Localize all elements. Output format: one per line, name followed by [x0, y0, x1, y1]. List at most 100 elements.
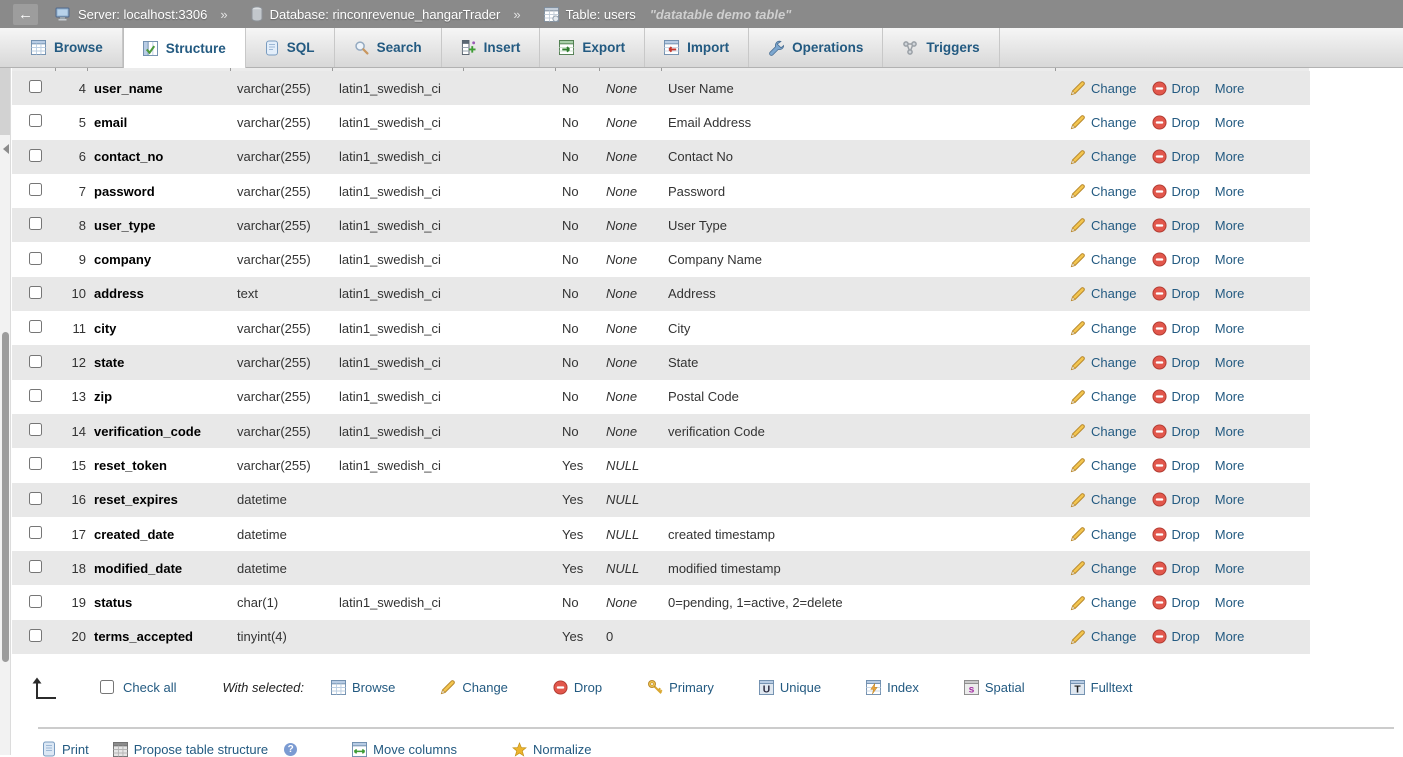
- more-link[interactable]: More: [1215, 321, 1245, 336]
- drop-link[interactable]: Drop: [1152, 252, 1200, 267]
- change-link[interactable]: Change: [1070, 629, 1137, 645]
- more-link[interactable]: More: [1215, 595, 1245, 610]
- row-checkbox[interactable]: [29, 286, 42, 299]
- drop-link[interactable]: Drop: [1152, 218, 1200, 233]
- change-link[interactable]: Change: [1070, 389, 1137, 405]
- drop-link[interactable]: Drop: [1152, 321, 1200, 336]
- change-link[interactable]: Change: [1070, 149, 1137, 165]
- row-checkbox[interactable]: [29, 389, 42, 402]
- more-link[interactable]: More: [1215, 458, 1245, 473]
- selected-index-button[interactable]: Index: [866, 680, 919, 695]
- row-checkbox[interactable]: [29, 183, 42, 196]
- row-checkbox[interactable]: [29, 80, 42, 93]
- column-collation[interactable]: latin1_swedish_ci: [333, 184, 464, 199]
- more-link[interactable]: More: [1215, 492, 1245, 507]
- drop-link[interactable]: Drop: [1152, 629, 1200, 644]
- selected-change-button[interactable]: Change: [440, 679, 508, 695]
- column-collation[interactable]: latin1_swedish_ci: [333, 286, 464, 301]
- more-link[interactable]: More: [1215, 355, 1245, 370]
- help-icon[interactable]: ?: [284, 743, 297, 756]
- more-link[interactable]: More: [1215, 149, 1245, 164]
- propose-structure-link[interactable]: Propose table structure ?: [113, 742, 297, 757]
- selected-unique-button[interactable]: U Unique: [759, 680, 821, 695]
- drop-link[interactable]: Drop: [1152, 355, 1200, 370]
- more-link[interactable]: More: [1215, 389, 1245, 404]
- column-collation[interactable]: latin1_swedish_ci: [333, 252, 464, 267]
- back-button[interactable]: ←: [13, 4, 38, 25]
- breadcrumb-server[interactable]: Server: localhost:3306: [55, 6, 207, 22]
- column-collation[interactable]: latin1_swedish_ci: [333, 149, 464, 164]
- more-link[interactable]: More: [1215, 527, 1245, 542]
- drop-link[interactable]: Drop: [1152, 458, 1200, 473]
- drop-link[interactable]: Drop: [1152, 527, 1200, 542]
- selected-spatial-button[interactable]: s Spatial: [964, 680, 1025, 695]
- tab-browse[interactable]: Browse: [12, 28, 123, 67]
- row-checkbox[interactable]: [29, 252, 42, 265]
- change-link[interactable]: Change: [1070, 595, 1137, 611]
- column-collation[interactable]: latin1_swedish_ci: [333, 595, 464, 610]
- scrollbar-thumb[interactable]: [2, 332, 9, 662]
- drop-link[interactable]: Drop: [1152, 184, 1200, 199]
- drop-link[interactable]: Drop: [1152, 81, 1200, 96]
- column-collation[interactable]: latin1_swedish_ci: [333, 424, 464, 439]
- row-checkbox[interactable]: [29, 320, 42, 333]
- row-checkbox[interactable]: [29, 114, 42, 127]
- change-link[interactable]: Change: [1070, 252, 1137, 268]
- column-collation[interactable]: latin1_swedish_ci: [333, 355, 464, 370]
- row-checkbox[interactable]: [29, 457, 42, 470]
- more-link[interactable]: More: [1215, 81, 1245, 96]
- change-link[interactable]: Change: [1070, 355, 1137, 371]
- breadcrumb-table[interactable]: Table: users: [544, 7, 636, 22]
- column-collation[interactable]: latin1_swedish_ci: [333, 458, 464, 473]
- row-checkbox[interactable]: [29, 526, 42, 539]
- column-collation[interactable]: latin1_swedish_ci: [333, 389, 464, 404]
- drop-link[interactable]: Drop: [1152, 149, 1200, 164]
- move-columns-link[interactable]: Move columns: [352, 742, 457, 757]
- change-link[interactable]: Change: [1070, 526, 1137, 542]
- tab-insert[interactable]: Insert: [442, 28, 541, 67]
- tab-sql[interactable]: SQL: [246, 28, 335, 67]
- more-link[interactable]: More: [1215, 218, 1245, 233]
- change-link[interactable]: Change: [1070, 492, 1137, 508]
- tab-structure[interactable]: Structure: [123, 28, 246, 68]
- selected-primary-button[interactable]: Primary: [647, 679, 714, 695]
- change-link[interactable]: Change: [1070, 286, 1137, 302]
- tab-import[interactable]: Import: [645, 28, 749, 67]
- change-link[interactable]: Change: [1070, 320, 1137, 336]
- normalize-link[interactable]: Normalize: [512, 742, 592, 757]
- selected-drop-button[interactable]: Drop: [553, 680, 602, 695]
- row-checkbox[interactable]: [29, 629, 42, 642]
- change-link[interactable]: Change: [1070, 423, 1137, 439]
- tab-export[interactable]: Export: [540, 28, 645, 67]
- drop-link[interactable]: Drop: [1152, 389, 1200, 404]
- more-link[interactable]: More: [1215, 115, 1245, 130]
- row-checkbox[interactable]: [29, 595, 42, 608]
- more-link[interactable]: More: [1215, 184, 1245, 199]
- row-checkbox[interactable]: [29, 149, 42, 162]
- column-collation[interactable]: latin1_swedish_ci: [333, 115, 464, 130]
- row-checkbox[interactable]: [29, 217, 42, 230]
- collapse-panel-arrow-icon[interactable]: [3, 144, 9, 154]
- column-collation[interactable]: latin1_swedish_ci: [333, 81, 464, 96]
- drop-link[interactable]: Drop: [1152, 492, 1200, 507]
- change-link[interactable]: Change: [1070, 114, 1137, 130]
- row-checkbox[interactable]: [29, 423, 42, 436]
- more-link[interactable]: More: [1215, 424, 1245, 439]
- check-all-checkbox[interactable]: [100, 680, 114, 694]
- check-all-label[interactable]: Check all: [123, 680, 176, 695]
- row-checkbox[interactable]: [29, 355, 42, 368]
- selected-fulltext-button[interactable]: T Fulltext: [1070, 680, 1133, 695]
- breadcrumb-database[interactable]: Database: rinconrevenue_hangarTrader: [251, 6, 501, 22]
- more-link[interactable]: More: [1215, 561, 1245, 576]
- change-link[interactable]: Change: [1070, 183, 1137, 199]
- change-link[interactable]: Change: [1070, 80, 1137, 96]
- drop-link[interactable]: Drop: [1152, 286, 1200, 301]
- selected-browse-button[interactable]: Browse: [331, 680, 395, 695]
- tab-triggers[interactable]: Triggers: [883, 28, 999, 67]
- drop-link[interactable]: Drop: [1152, 115, 1200, 130]
- change-link[interactable]: Change: [1070, 217, 1137, 233]
- tab-search[interactable]: Search: [335, 28, 442, 67]
- more-link[interactable]: More: [1215, 252, 1245, 267]
- column-collation[interactable]: latin1_swedish_ci: [333, 321, 464, 336]
- change-link[interactable]: Change: [1070, 560, 1137, 576]
